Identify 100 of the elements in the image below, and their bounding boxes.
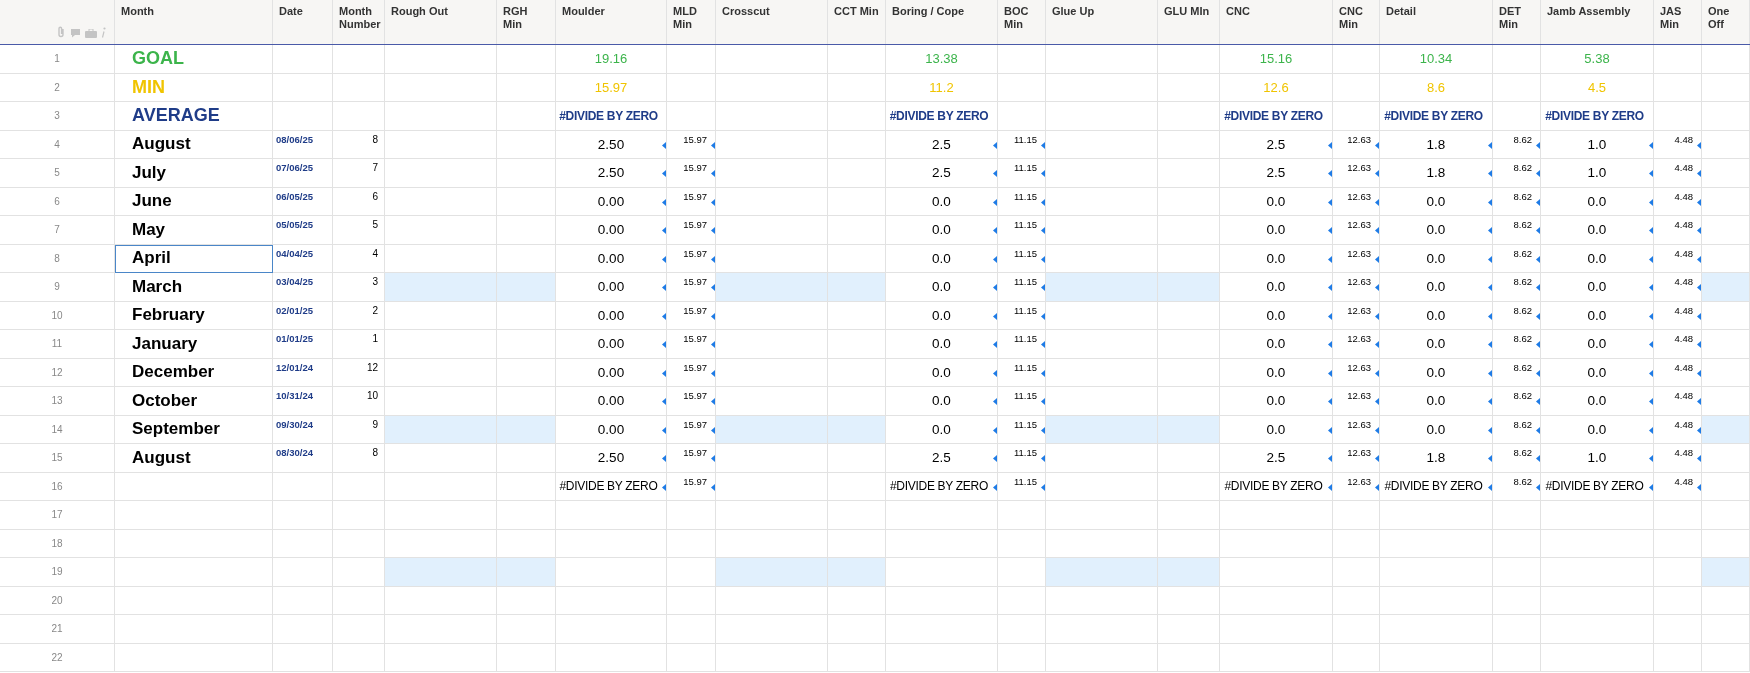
table-cell[interactable] xyxy=(667,615,716,644)
table-cell[interactable] xyxy=(716,102,828,131)
table-cell[interactable] xyxy=(1702,330,1750,359)
table-cell[interactable] xyxy=(1702,159,1750,188)
table-cell[interactable] xyxy=(1046,643,1158,672)
row-header[interactable]: 9 xyxy=(0,273,115,302)
table-cell[interactable] xyxy=(1493,615,1541,644)
table-cell[interactable] xyxy=(716,615,828,644)
row-header[interactable]: 15 xyxy=(0,444,115,473)
table-cell[interactable] xyxy=(998,501,1046,530)
table-cell[interactable]: 0.0 xyxy=(1541,273,1654,302)
table-cell[interactable]: 08/30/24 xyxy=(273,444,333,473)
table-cell[interactable] xyxy=(1046,387,1158,416)
table-cell[interactable] xyxy=(1654,643,1702,672)
table-cell[interactable] xyxy=(1702,415,1750,444)
table-cell[interactable] xyxy=(273,643,333,672)
table-cell[interactable] xyxy=(998,643,1046,672)
table-cell[interactable] xyxy=(716,558,828,587)
table-cell[interactable]: 15.97 xyxy=(667,216,716,245)
column-header[interactable]: BOC Min xyxy=(998,0,1046,44)
table-cell[interactable]: 11.15 xyxy=(998,216,1046,245)
table-cell[interactable] xyxy=(1158,415,1220,444)
table-cell[interactable]: 0.0 xyxy=(1541,330,1654,359)
table-cell[interactable] xyxy=(1158,558,1220,587)
table-cell[interactable] xyxy=(1380,615,1493,644)
table-cell[interactable] xyxy=(828,45,886,74)
table-cell[interactable] xyxy=(828,330,886,359)
table-cell[interactable]: 8 xyxy=(333,444,385,473)
table-cell[interactable] xyxy=(716,387,828,416)
table-cell[interactable] xyxy=(497,273,556,302)
table-cell[interactable] xyxy=(497,387,556,416)
table-cell[interactable] xyxy=(1046,558,1158,587)
table-cell[interactable] xyxy=(1380,643,1493,672)
column-header[interactable]: Month Number xyxy=(333,0,385,44)
table-cell[interactable]: 8.62 xyxy=(1493,159,1541,188)
column-header[interactable]: Boring / Cope xyxy=(886,0,998,44)
table-cell[interactable] xyxy=(716,273,828,302)
table-cell[interactable]: 0.00 xyxy=(556,330,667,359)
row-header[interactable]: 12 xyxy=(0,358,115,387)
table-cell[interactable] xyxy=(1702,45,1750,74)
table-cell[interactable]: 11.15 xyxy=(998,387,1046,416)
table-cell[interactable] xyxy=(497,330,556,359)
row-header[interactable]: 22 xyxy=(0,643,115,672)
table-cell[interactable] xyxy=(1493,102,1541,131)
table-cell[interactable] xyxy=(1046,330,1158,359)
table-cell[interactable] xyxy=(1158,45,1220,74)
table-cell[interactable] xyxy=(1702,558,1750,587)
table-cell[interactable] xyxy=(497,102,556,131)
table-cell[interactable] xyxy=(556,558,667,587)
table-cell[interactable]: 8.62 xyxy=(1493,444,1541,473)
table-cell[interactable]: 03/04/25 xyxy=(273,273,333,302)
table-cell[interactable]: 0.0 xyxy=(886,387,998,416)
table-cell[interactable] xyxy=(828,159,886,188)
table-cell[interactable] xyxy=(716,216,828,245)
table-cell[interactable]: 2.5 xyxy=(886,159,998,188)
table-cell[interactable] xyxy=(1220,558,1333,587)
table-cell[interactable] xyxy=(1158,387,1220,416)
table-cell[interactable] xyxy=(1220,643,1333,672)
table-cell[interactable] xyxy=(1046,415,1158,444)
column-header[interactable]: Jamb Assembly xyxy=(1541,0,1654,44)
table-cell[interactable] xyxy=(1380,558,1493,587)
table-cell[interactable]: 8.62 xyxy=(1493,216,1541,245)
paperclip-icon[interactable] xyxy=(56,26,66,38)
table-cell[interactable] xyxy=(1493,501,1541,530)
table-cell[interactable] xyxy=(667,501,716,530)
table-cell[interactable] xyxy=(1158,444,1220,473)
comment-icon[interactable] xyxy=(70,28,81,38)
table-cell[interactable] xyxy=(1158,159,1220,188)
table-cell[interactable]: 1.8 xyxy=(1380,444,1493,473)
table-cell[interactable] xyxy=(667,45,716,74)
column-header[interactable]: JAS Min xyxy=(1654,0,1702,44)
table-cell[interactable] xyxy=(385,387,497,416)
table-cell[interactable]: 0.0 xyxy=(1380,330,1493,359)
table-cell[interactable] xyxy=(1333,45,1380,74)
column-header[interactable]: Glue Up xyxy=(1046,0,1158,44)
table-cell[interactable] xyxy=(1541,558,1654,587)
table-cell[interactable]: 1.8 xyxy=(1380,159,1493,188)
table-cell[interactable]: 8.62 xyxy=(1493,330,1541,359)
table-cell[interactable] xyxy=(1333,558,1380,587)
table-cell[interactable]: 11.15 xyxy=(998,444,1046,473)
table-cell[interactable] xyxy=(1046,615,1158,644)
column-header[interactable]: One Off xyxy=(1702,0,1750,44)
table-cell[interactable]: 8.62 xyxy=(1493,387,1541,416)
table-cell[interactable]: 0.0 xyxy=(1220,216,1333,245)
table-cell[interactable]: 0.0 xyxy=(886,216,998,245)
table-cell[interactable]: 0.0 xyxy=(886,330,998,359)
table-cell[interactable] xyxy=(1493,643,1541,672)
info-icon[interactable] xyxy=(101,27,106,38)
table-cell[interactable] xyxy=(1493,45,1541,74)
table-cell[interactable] xyxy=(1158,102,1220,131)
table-cell[interactable]: 01/01/25 xyxy=(273,330,333,359)
table-cell[interactable]: #DIVIDE BY ZERO xyxy=(886,102,998,131)
column-header[interactable]: Date xyxy=(273,0,333,44)
row-header[interactable]: 6 xyxy=(0,187,115,216)
table-cell[interactable] xyxy=(716,643,828,672)
table-cell[interactable] xyxy=(1702,501,1750,530)
table-cell[interactable] xyxy=(1654,615,1702,644)
table-cell[interactable] xyxy=(1541,615,1654,644)
table-cell[interactable]: 12.63 xyxy=(1333,444,1380,473)
row-header[interactable]: 4 xyxy=(0,130,115,159)
